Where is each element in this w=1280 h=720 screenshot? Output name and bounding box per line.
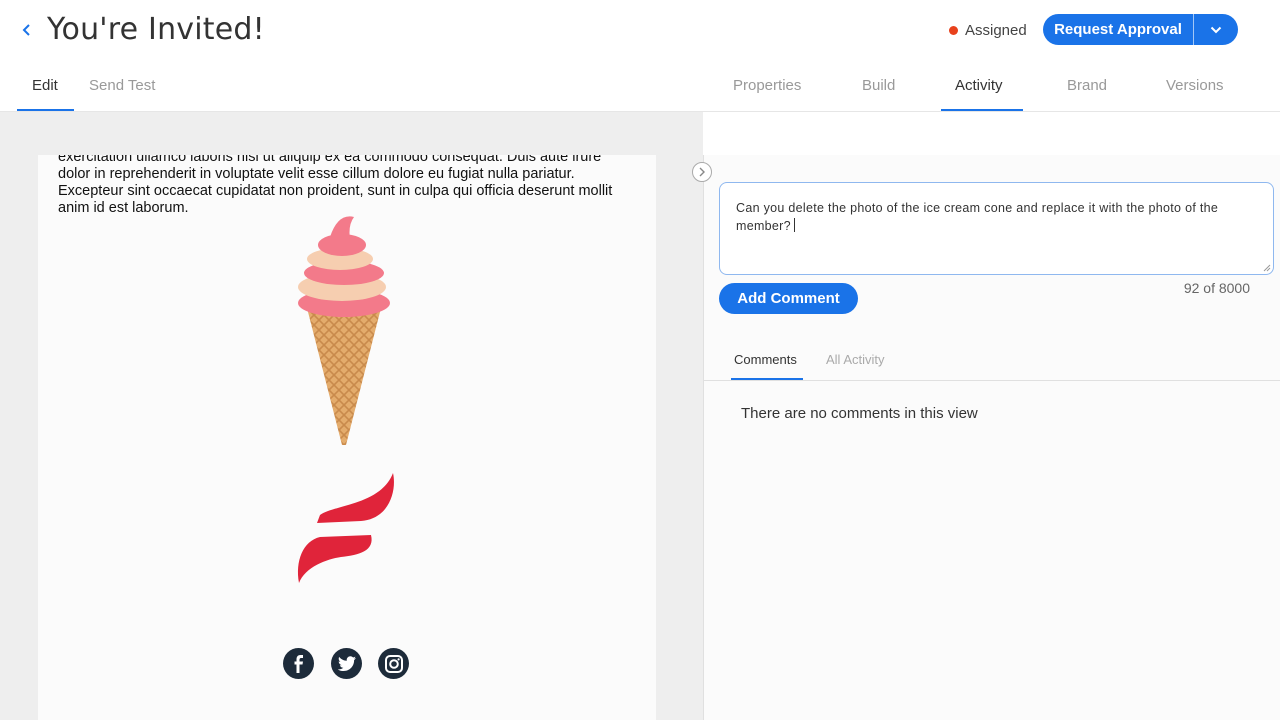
chevron-down-icon — [1210, 26, 1222, 33]
collapse-panel-button[interactable] — [692, 162, 712, 182]
tab-send-test[interactable]: Send Test — [89, 76, 155, 112]
brand-logo[interactable] — [293, 471, 403, 583]
tab-activity[interactable]: Activity — [955, 76, 1003, 112]
facebook-icon[interactable] — [283, 648, 314, 679]
tab-brand[interactable]: Brand — [1067, 76, 1107, 112]
body-text-block[interactable]: exercitation ullamco laboris nisi ut ali… — [58, 155, 628, 217]
tab-edit[interactable]: Edit — [32, 76, 58, 112]
chevron-left-icon[interactable] — [20, 18, 40, 42]
activity-tabs-divider — [704, 380, 1280, 381]
status-indicator: Assigned — [949, 18, 1027, 42]
tab-activity-underline — [941, 109, 1023, 111]
request-approval-button[interactable]: Request Approval — [1043, 14, 1193, 45]
status-label: Assigned — [965, 21, 1027, 39]
approval-options-button[interactable] — [1194, 14, 1238, 45]
request-approval-group: Request Approval — [1043, 14, 1238, 45]
character-count: 92 of 8000 — [1183, 280, 1250, 296]
page-title: You're Invited! — [47, 12, 265, 47]
add-comment-button[interactable]: Add Comment — [719, 283, 858, 314]
tab-comments-underline — [731, 378, 803, 380]
tab-properties[interactable]: Properties — [733, 76, 801, 112]
tab-all-activity[interactable]: All Activity — [826, 352, 885, 380]
tab-edit-underline — [17, 109, 74, 111]
tab-comments[interactable]: Comments — [734, 352, 797, 380]
email-preview[interactable]: exercitation ullamco laboris nisi ut ali… — [38, 155, 656, 720]
tab-versions[interactable]: Versions — [1166, 76, 1224, 112]
instagram-icon[interactable] — [378, 648, 409, 679]
ice-cream-cone-image[interactable] — [294, 215, 394, 447]
resize-grip-icon[interactable] — [1263, 264, 1271, 272]
chevron-right-icon — [699, 167, 705, 177]
empty-comments-message: There are no comments in this view — [741, 405, 978, 422]
status-dot — [949, 25, 958, 35]
text-cursor — [793, 218, 795, 232]
twitter-icon[interactable] — [331, 648, 362, 679]
page-header: You're Invited! Assigned Request Approva… — [0, 0, 1280, 112]
comment-text: Can you delete the photo of the ice crea… — [736, 201, 1219, 233]
comment-input[interactable]: Can you delete the photo of the ice crea… — [719, 182, 1274, 275]
tab-build[interactable]: Build — [862, 76, 895, 112]
